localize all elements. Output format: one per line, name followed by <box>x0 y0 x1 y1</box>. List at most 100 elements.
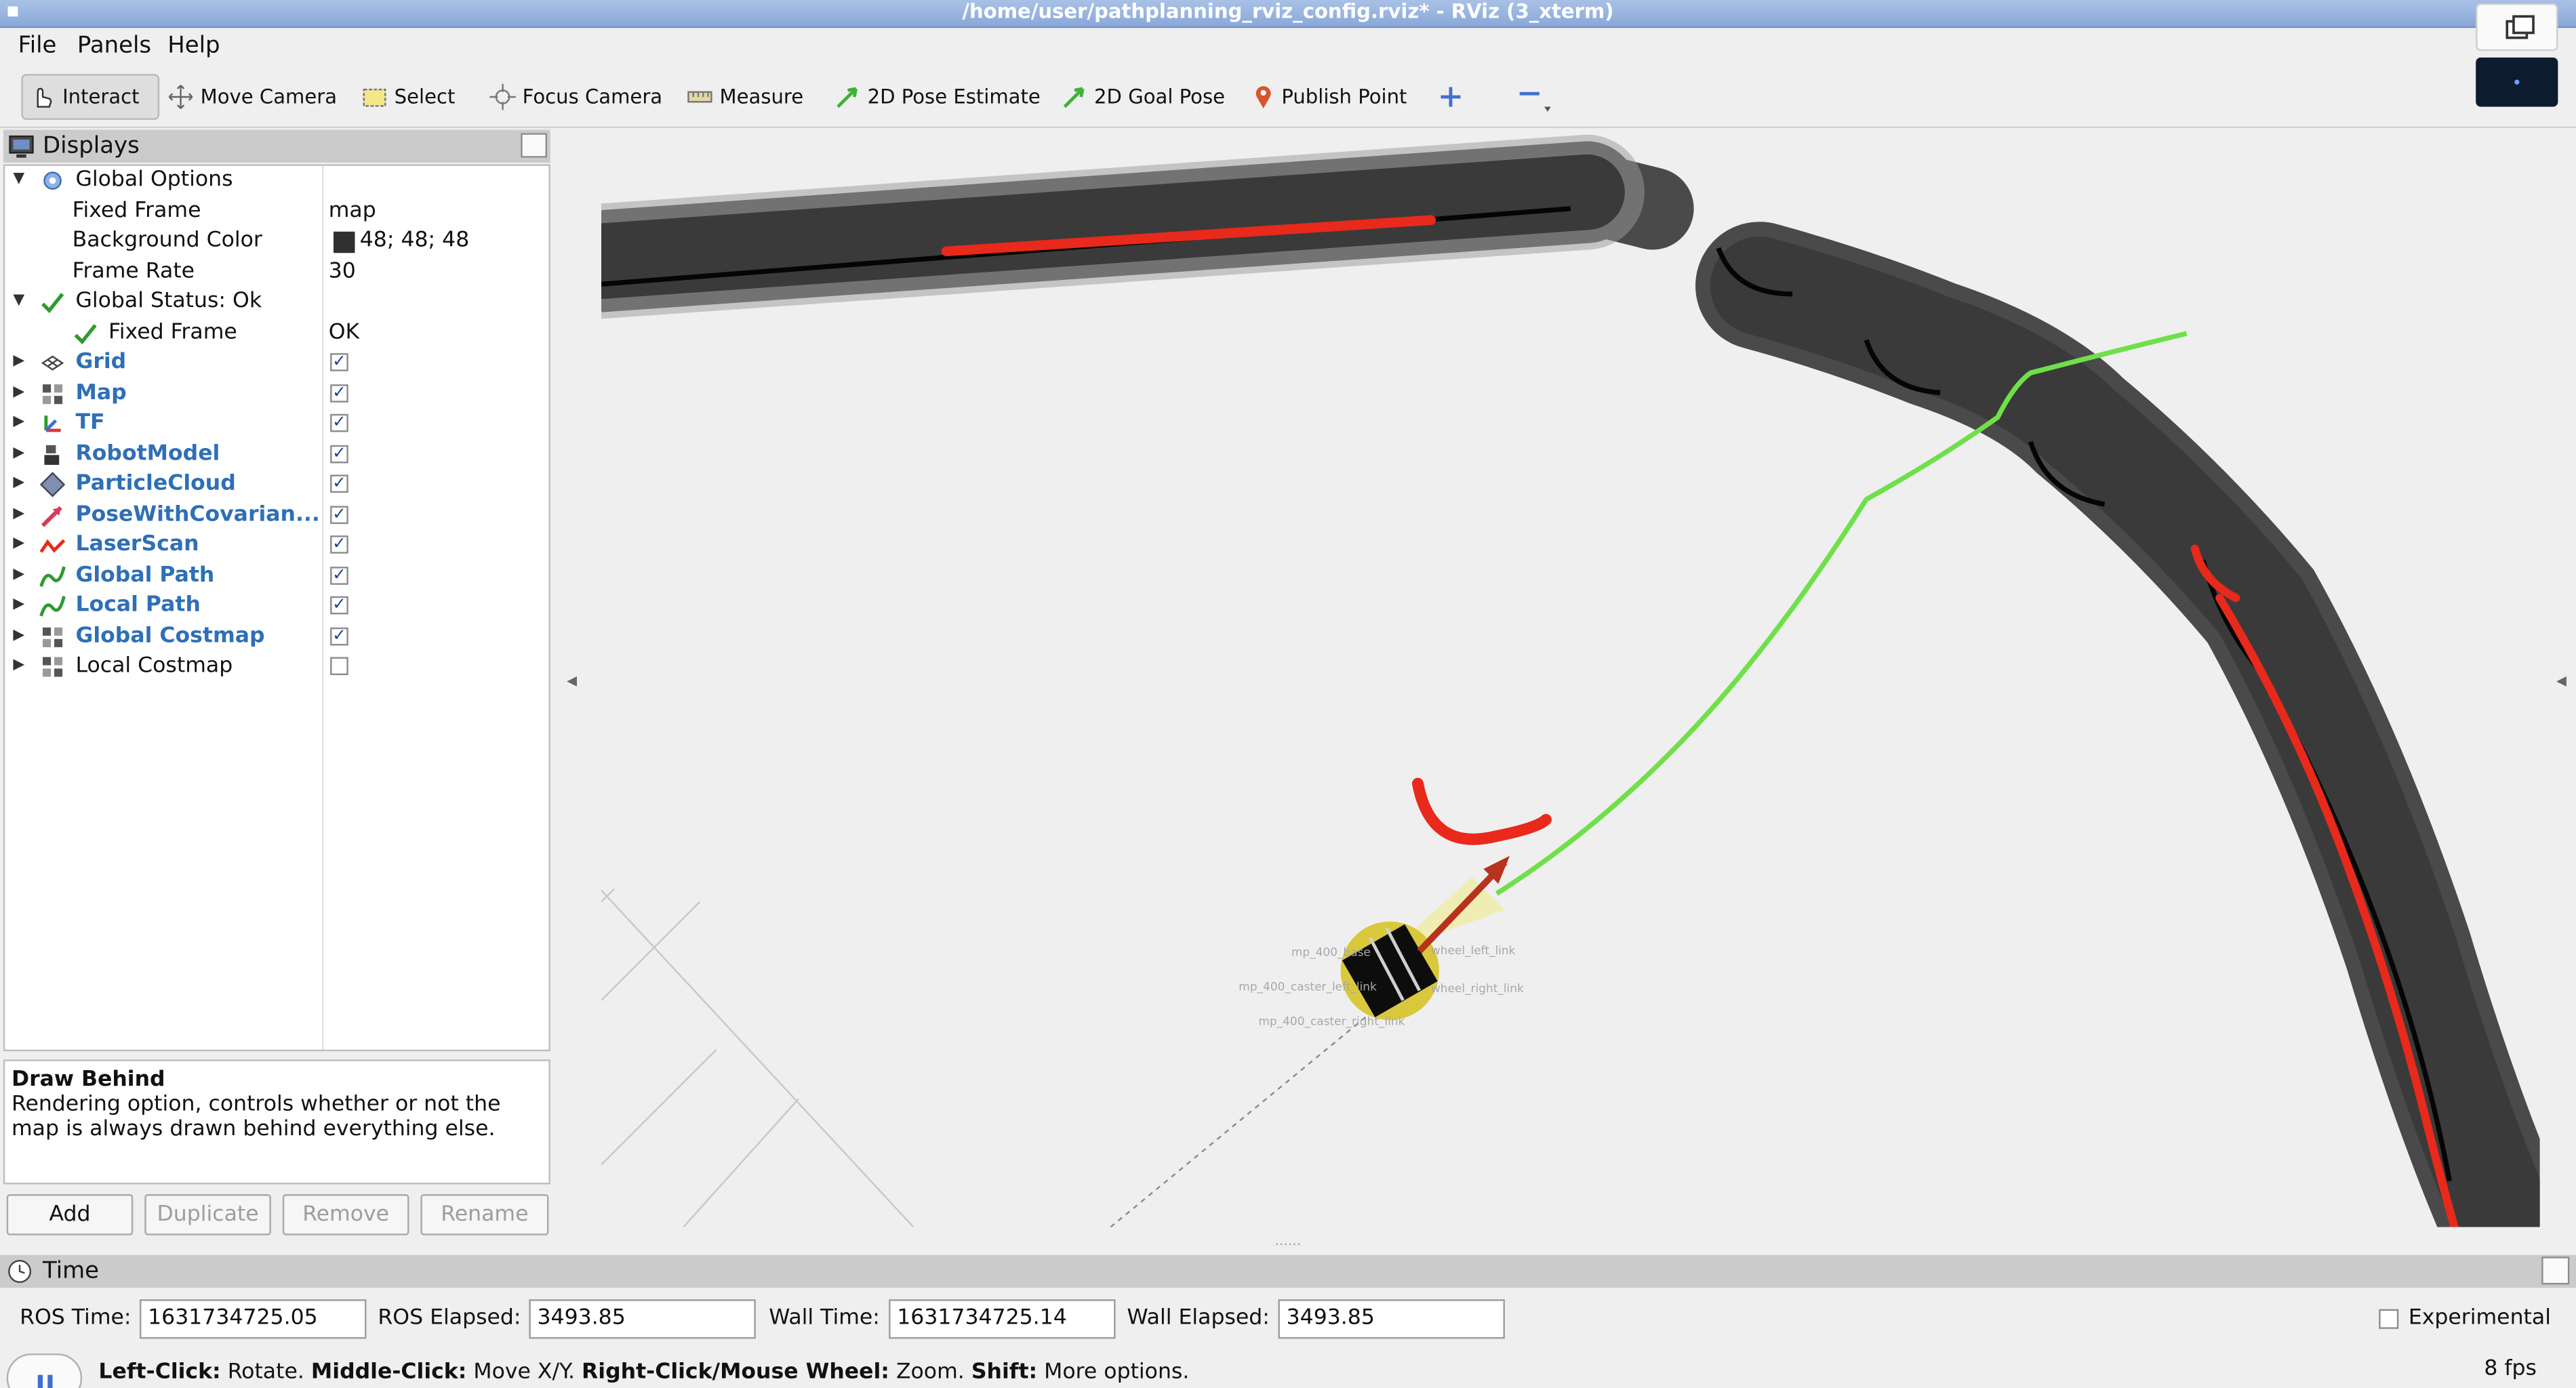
fixed-frame-value[interactable]: map <box>329 199 376 223</box>
display-item-particlecloud[interactable]: ▶ ParticleCloud ✓ <box>5 470 548 499</box>
expand-arrow-icon[interactable]: ▼ <box>13 292 24 308</box>
experimental-checkbox[interactable] <box>2379 1309 2399 1329</box>
path-icon <box>39 596 66 617</box>
add-tool-button[interactable] <box>1439 79 1469 115</box>
menu-help[interactable]: Help <box>167 33 220 59</box>
checkmark-icon <box>41 293 64 314</box>
wall-elapsed-label: Wall Elapsed: <box>1127 1305 1270 1331</box>
map-icon <box>43 657 63 677</box>
time-float-button[interactable] <box>2541 1257 2570 1285</box>
menu-bar: File Panels Help <box>0 28 2576 64</box>
display-checkbox[interactable] <box>330 657 348 676</box>
splitter-handle-icon[interactable]: ⋯⋯ <box>1275 1237 1302 1252</box>
diamond-icon <box>39 472 66 497</box>
background-color-value[interactable]: 48; 48; 48 <box>360 228 470 253</box>
display-checkbox[interactable]: ✓ <box>330 567 348 585</box>
robot-model <box>1340 855 1510 1021</box>
display-checkbox[interactable]: ✓ <box>330 353 348 371</box>
focus-camera-tool-button[interactable]: Focus Camera <box>489 79 662 115</box>
display-checkbox[interactable]: ✓ <box>330 506 348 525</box>
map-icon <box>43 384 63 405</box>
remove-tool-button[interactable] <box>1518 79 1557 115</box>
collapse-arrow-icon[interactable]: ▶ <box>13 535 24 552</box>
tree-label: Background Color <box>72 228 262 253</box>
collapse-arrow-icon[interactable]: ▶ <box>13 414 24 430</box>
color-swatch[interactable] <box>333 231 355 253</box>
display-item-posewithcovariance[interactable]: ▶ PoseWithCovarian... ✓ <box>5 501 548 531</box>
tree-row-background-color[interactable]: Background Color 48; 48; 48 <box>5 226 548 256</box>
displays-float-button[interactable] <box>521 133 548 158</box>
tree-row-frame-rate[interactable]: Frame Rate 30 <box>5 258 548 288</box>
display-item-map[interactable]: ▶ Map ✓ <box>5 380 548 409</box>
frame-rate-value[interactable]: 30 <box>329 260 356 284</box>
ros-time-field[interactable]: 1631734725.05 <box>139 1299 367 1339</box>
hint-shift-action: More options. <box>1044 1360 1190 1385</box>
menu-panels[interactable]: Panels <box>77 33 151 59</box>
ground-grid <box>601 888 1391 1227</box>
collapse-arrow-icon[interactable]: ▶ <box>13 445 24 462</box>
wall-time-field[interactable]: 1631734725.14 <box>889 1299 1116 1339</box>
collapse-arrow-icon[interactable]: ▶ <box>13 628 24 644</box>
expand-arrow-icon[interactable]: ▼ <box>13 171 24 187</box>
collapse-arrow-icon[interactable]: ▶ <box>13 353 24 369</box>
render-viewport[interactable]: mp_400_base mp_400_caster_left_link mp_4… <box>601 129 2540 1227</box>
tree-row-fixed-frame[interactable]: Fixed Frame map <box>5 197 548 227</box>
splitter-right-arrow-icon[interactable]: ◀ <box>2556 674 2567 689</box>
tree-row-status-fixed-frame[interactable]: Fixed Frame OK <box>5 319 548 348</box>
display-checkbox[interactable]: ✓ <box>330 627 348 646</box>
wall-time-label: Wall Time: <box>769 1305 880 1331</box>
select-tool-button[interactable]: Select <box>361 79 455 115</box>
collapse-arrow-icon[interactable]: ▶ <box>13 657 24 673</box>
goal-pose-tool-button[interactable]: 2D Goal Pose <box>1062 79 1225 115</box>
display-checkbox[interactable]: ✓ <box>330 596 348 615</box>
pause-button[interactable] <box>6 1353 83 1388</box>
move-camera-tool-button[interactable]: Move Camera <box>167 79 337 115</box>
splitter-left-arrow-icon[interactable]: ◀ <box>567 674 577 689</box>
display-item-tf[interactable]: ▶ TF ✓ <box>5 409 548 439</box>
collapse-arrow-icon[interactable]: ▶ <box>13 596 24 613</box>
svg-text:mp_400_caster_left_link: mp_400_caster_left_link <box>1239 979 1377 994</box>
collapse-arrow-icon[interactable]: ▶ <box>13 384 24 401</box>
display-checkbox[interactable]: ✓ <box>330 474 348 493</box>
remove-display-button[interactable]: Remove <box>282 1194 409 1236</box>
display-checkbox[interactable]: ✓ <box>330 535 348 554</box>
collapse-arrow-icon[interactable]: ▶ <box>13 474 24 491</box>
time-panel-title: Time <box>43 1258 100 1285</box>
rename-display-button[interactable]: Rename <box>420 1194 549 1236</box>
display-item-local-path[interactable]: ▶ Local Path ✓ <box>5 592 548 621</box>
ros-elapsed-field[interactable]: 3493.85 <box>529 1299 756 1339</box>
publish-point-tool-button[interactable]: Publish Point <box>1252 79 1407 115</box>
tree-row-global-options[interactable]: ▼ Global Options <box>5 166 548 196</box>
display-item-global-path[interactable]: ▶ Global Path ✓ <box>5 562 548 592</box>
collapse-arrow-icon[interactable]: ▶ <box>13 506 24 522</box>
display-item-laserscan[interactable]: ▶ LaserScan ✓ <box>5 531 548 560</box>
publish-point-label: Publish Point <box>1281 85 1407 108</box>
axes-icon <box>44 415 61 432</box>
pose-estimate-tool-button[interactable]: 2D Pose Estimate <box>834 79 1041 115</box>
experimental-label: Experimental <box>2408 1305 2551 1331</box>
tree-row-global-status[interactable]: ▼ Global Status: Ok <box>5 287 548 317</box>
display-checkbox[interactable]: ✓ <box>330 384 348 403</box>
measure-tool-button[interactable]: Measure <box>687 79 803 115</box>
ros-time-label: ROS Time: <box>20 1305 132 1331</box>
costmap-inflation <box>601 141 2540 1227</box>
display-item-global-costmap[interactable]: ▶ Global Costmap ✓ <box>5 623 548 653</box>
scene-canvas[interactable]: mp_400_base mp_400_caster_left_link mp_4… <box>601 129 2540 1227</box>
checkmark-icon <box>74 324 97 345</box>
hint-middle-click-action: Move X/Y. <box>473 1360 575 1385</box>
display-item-local-costmap[interactable]: ▶ Local Costmap <box>5 652 548 682</box>
window-title: /home/user/pathplanning_rviz_config.rviz… <box>962 0 1614 23</box>
display-label: PoseWithCovarian... <box>75 502 320 528</box>
collapse-arrow-icon[interactable]: ▶ <box>13 567 24 583</box>
ruler-icon <box>687 91 712 103</box>
menu-file[interactable]: File <box>18 33 57 59</box>
plus-icon <box>1441 87 1461 107</box>
display-checkbox[interactable]: ✓ <box>330 413 348 432</box>
display-checkbox[interactable]: ✓ <box>330 445 348 464</box>
wall-elapsed-field[interactable]: 3493.85 <box>1278 1299 1505 1339</box>
add-display-button[interactable]: Add <box>6 1194 134 1236</box>
display-item-robotmodel[interactable]: ▶ RobotModel ✓ <box>5 441 548 470</box>
interact-tool-button[interactable]: Interact <box>21 74 160 120</box>
duplicate-display-button[interactable]: Duplicate <box>144 1194 271 1236</box>
display-item-grid[interactable]: ▶ Grid ✓ <box>5 348 548 378</box>
